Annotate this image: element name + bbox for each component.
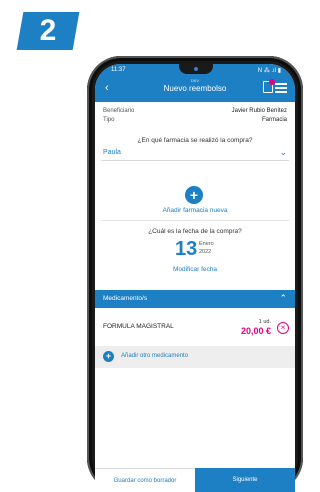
type-value: Farmacia	[261, 117, 287, 123]
add-pharmacy-link[interactable]: Añadir farmacia nueva	[95, 207, 295, 214]
date-year: 2022	[199, 249, 212, 255]
date-question: ¿Cuál es la fecha de la compra?	[148, 228, 242, 235]
add-icon: +	[103, 351, 114, 362]
refund-info: Beneficiario Javier Rubio Benítez Tipo F…	[103, 108, 287, 126]
step-badge: 2	[16, 12, 80, 50]
status-time: 11:37	[111, 67, 126, 73]
medication-price: 20,00 €	[240, 326, 271, 336]
camera-notch	[179, 64, 213, 74]
beneficiary-value: Javier Rubio Benítez	[231, 108, 287, 114]
medication-qty: 1 ud.	[258, 319, 271, 325]
status-icons: N ⁂ .ıl ▮	[257, 68, 281, 74]
add-medication-label: Añadir otro medicamento	[121, 353, 189, 359]
chevron-down-icon: ⌄	[279, 147, 287, 157]
footer-actions: Guardar como borrador Siguiente	[95, 468, 295, 492]
beneficiary-label: Beneficiario	[103, 108, 135, 114]
chevron-up-icon: ⌃	[279, 293, 287, 303]
add-medication-row[interactable]: + Añadir otro medicamento	[95, 346, 295, 368]
app-bar: ‹ DKV Nuevo reembolso	[95, 78, 295, 102]
pharmacy-select-value: Paula	[103, 149, 121, 156]
medications-header[interactable]: Medicamento/s ⌃	[95, 290, 295, 308]
phone-frame: 11:37 N ⁂ .ıl ▮ ‹ DKV Nuevo reembolso Be…	[87, 56, 303, 492]
medications-header-label: Medicamento/s	[103, 295, 148, 302]
date-month: Enero	[199, 241, 214, 247]
save-draft-button[interactable]: Guardar como borrador	[95, 468, 195, 492]
next-button[interactable]: Siguiente	[195, 468, 295, 492]
phone-screen: 11:37 N ⁂ .ıl ▮ ‹ DKV Nuevo reembolso Be…	[95, 64, 295, 492]
list-item: FORMULA MAGISTRAL 1 ud. 20,00 € ×	[95, 310, 295, 344]
date-day: 13	[175, 238, 198, 260]
remove-icon[interactable]: ×	[277, 322, 289, 334]
divider	[101, 220, 289, 221]
pharmacy-question: ¿En qué farmacia se realizó la compra?	[137, 137, 253, 144]
step-number: 2	[39, 14, 57, 47]
purchase-date: 13 Enero 2022	[175, 238, 235, 260]
hamburger-menu-icon[interactable]	[275, 83, 287, 93]
type-label: Tipo	[103, 117, 115, 123]
pharmacy-select[interactable]: Paula ⌄	[101, 146, 289, 161]
camera-icon	[194, 67, 198, 71]
type-row: Tipo Farmacia	[103, 117, 287, 126]
beneficiary-row: Beneficiario Javier Rubio Benítez	[103, 108, 287, 117]
medication-name: FORMULA MAGISTRAL	[103, 323, 174, 330]
change-date-link[interactable]: Modificar fecha	[95, 266, 295, 273]
add-pharmacy-icon[interactable]: +	[185, 186, 203, 204]
